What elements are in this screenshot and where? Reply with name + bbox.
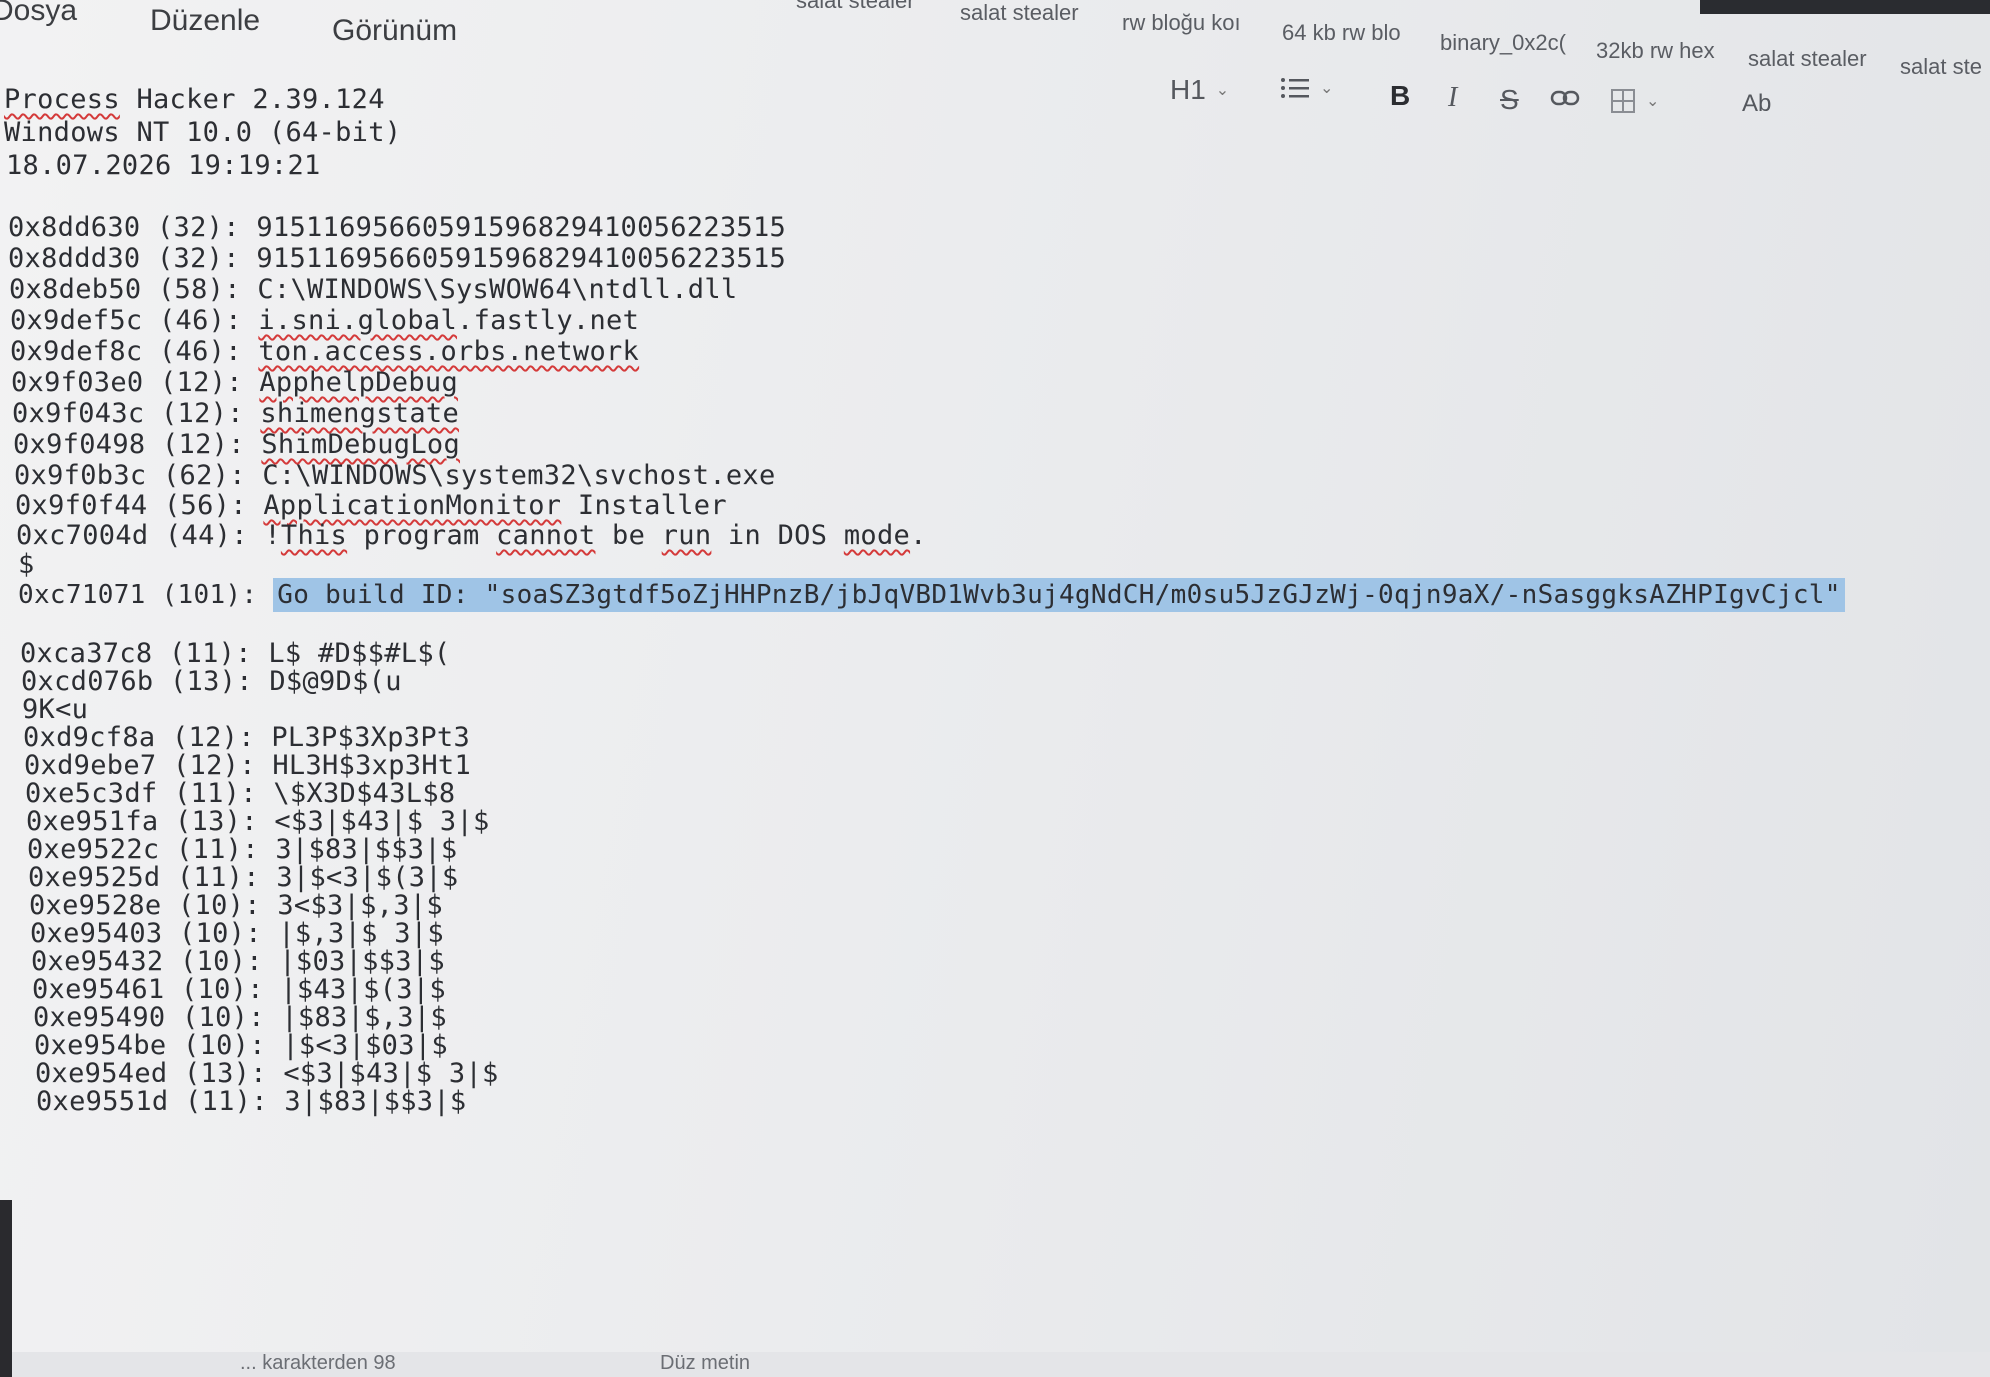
string-line: 0x9f043c (12): shimengstate — [12, 398, 460, 429]
string-line: 0x9def8c (46): ton.access.orbs.network — [10, 336, 640, 367]
menu-edit[interactable]: Düzenle — [150, 4, 260, 38]
notepad-window: Dosya Düzenle Görünüm salat stealer sala… — [0, 0, 1990, 1377]
tab-strip: salat stealer salat stealer rw bloğu koı… — [790, 0, 1990, 80]
string-line: 0xe95403 (10): |$,3|$ 3|$ — [30, 918, 444, 949]
string-line: 0xe9551d (11): 3|$83|$$3|$ — [36, 1086, 467, 1117]
status-bar: ... karakterden 98 Düz metin — [0, 1352, 1990, 1377]
string-line: 0xe954be (10): |$<3|$03|$ — [34, 1030, 448, 1061]
string-line: 0x9f03e0 (12): ApphelpDebug — [11, 367, 459, 398]
text-mode[interactable]: Düz metin — [660, 1352, 750, 1375]
build-id-selection[interactable]: Go build ID: "soaSZ3gtdf5oZjHHPnzB/jbJqV… — [273, 578, 1845, 612]
string-line: 0xcd076b (13): D$@9D$(u — [21, 666, 402, 697]
string-line: 0x8deb50 (58): C:\WINDOWS\SysWOW64\ntdll… — [9, 274, 738, 305]
string-line: 0xe9522c (11): 3|$83|$$3|$ — [27, 834, 458, 865]
tab-salat-stealer-1[interactable]: salat stealer — [796, 0, 931, 14]
string-line: 0xd9cf8a (12): PL3P$3Xp3Pt3 — [23, 722, 470, 753]
string-line: 0xc7004d (44): !This program cannot be r… — [16, 520, 927, 551]
build-id-line: 0xc71071 (101): Go build ID: "soaSZ3gtdf… — [18, 578, 1845, 612]
header-line: Windows NT 10.0 (64-bit) — [4, 117, 402, 148]
string-line: 0x9f0b3c (62): C:\WINDOWS\system32\svcho… — [14, 460, 776, 491]
string-line: 0xd9ebe7 (12): HL3H$3xp3Ht1 — [24, 750, 471, 781]
header-line: 18.07.2026 19:19:21 — [6, 150, 321, 181]
text-editor[interactable]: Process Hacker 2.39.124 Windows NT 10.0 … — [0, 84, 1990, 1354]
string-line: 0xe95490 (10): |$83|$,3|$ — [33, 1002, 447, 1033]
string-line: 0xe5c3df (11): \$X3D$43L$8 — [25, 778, 456, 809]
header-line: Process Hacker 2.39.124 — [4, 84, 385, 115]
string-line: $ — [18, 549, 35, 580]
string-line: 0x9f0f44 (56): ApplicationMonitor Instal… — [15, 490, 727, 521]
tab-salat-stealer-2[interactable]: salat stealer — [960, 0, 1095, 26]
string-line: 0xe95432 (10): |$03|$$3|$ — [31, 946, 445, 977]
menu-bar: Dosya Düzenle Görünüm — [0, 0, 780, 60]
tab-32kb-rw-hex[interactable]: 32kb rw hex — [1596, 38, 1726, 64]
menu-view[interactable]: Görünüm — [332, 14, 457, 48]
string-line: 0x9def5c (46): i.sni.global.fastly.net — [10, 305, 640, 336]
screen-bezel-edge — [0, 1200, 12, 1377]
tab-rw-blogu[interactable]: rw bloğu koı — [1122, 10, 1262, 36]
string-line: 0xe9525d (11): 3|$<3|$(3|$ — [28, 862, 459, 893]
string-line: 0xe954ed (13): <$3|$43|$ 3|$ — [35, 1058, 499, 1089]
string-line: 0x8dd630 (32): 9151169566059159682941005… — [8, 212, 787, 243]
string-line: 0xe95461 (10): |$43|$(3|$ — [32, 974, 446, 1005]
string-line: 0x8ddd30 (32): 9151169566059159682941005… — [8, 243, 787, 274]
string-line: 0xe951fa (13): <$3|$43|$ 3|$ — [26, 806, 490, 837]
build-id-prefix: 0xc71071 (101): — [18, 580, 274, 610]
tab-binary[interactable]: binary_0x2c( — [1440, 30, 1578, 56]
tab-64kb-rw-blo[interactable]: 64 kb rw blo — [1282, 20, 1422, 46]
char-count: ... karakterden 98 — [240, 1352, 396, 1374]
string-line: 0xe9528e (10): 3<$3|$,3|$ — [29, 890, 443, 921]
string-line: 9K<u — [22, 694, 89, 725]
string-line: 0xca37c8 (11): L$ #D$$#L$( — [20, 638, 451, 669]
menu-file[interactable]: Dosya — [0, 0, 77, 28]
tab-salat-stealer-3[interactable]: salat stealer — [1748, 46, 1878, 72]
header-app-word: Process — [4, 84, 120, 115]
tab-salat-stealer-4[interactable]: salat ste — [1900, 54, 1990, 80]
string-line: 0x9f0498 (12): ShimDebugLog — [13, 429, 461, 460]
